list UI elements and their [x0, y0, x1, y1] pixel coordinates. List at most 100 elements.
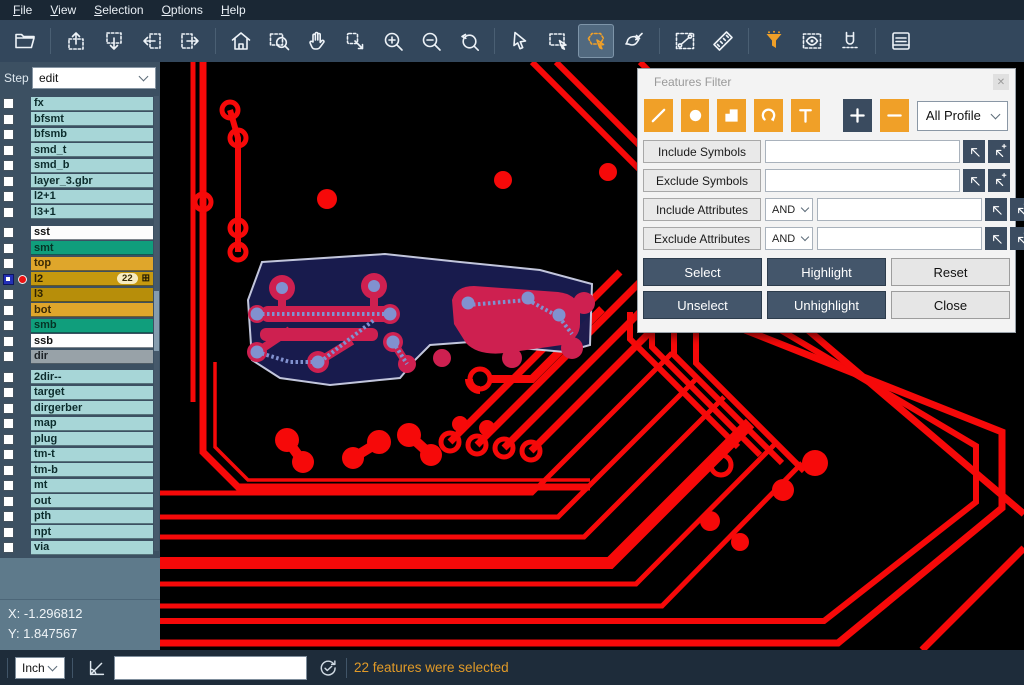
layer-name-bar[interactable]: pth: [31, 510, 153, 524]
layer-row-smt[interactable]: smt: [0, 241, 153, 257]
layer-active-indicator[interactable]: [14, 334, 31, 349]
layer-checkbox[interactable]: [3, 387, 14, 398]
layer-name-bar[interactable]: layer_3.gbr: [31, 174, 153, 188]
include-attributes-button[interactable]: Include Attributes: [643, 198, 761, 221]
layer-name-bar[interactable]: tm-t: [31, 448, 153, 462]
layer-name-bar[interactable]: ssb: [31, 334, 153, 348]
layer-row-dir[interactable]: dir: [0, 349, 153, 365]
layer-name-bar[interactable]: sst: [31, 226, 153, 240]
layer-checkbox[interactable]: [3, 145, 14, 156]
tool-plus-button[interactable]: [843, 99, 873, 132]
layer-active-indicator[interactable]: [14, 447, 31, 462]
layer-active-indicator[interactable]: [14, 494, 31, 509]
tool-text-button[interactable]: [791, 99, 820, 132]
layer-checkbox[interactable]: [3, 243, 14, 254]
pick-add-button[interactable]: [1010, 198, 1024, 221]
select-rect-button[interactable]: [540, 24, 576, 58]
include-symbols-input[interactable]: [765, 140, 960, 163]
layer-row-sst[interactable]: sst: [0, 225, 153, 241]
pick-from-canvas-button[interactable]: [985, 227, 1007, 250]
pan-right-button[interactable]: [172, 24, 208, 58]
layer-name-bar[interactable]: plug: [31, 432, 153, 446]
tool-arc-button[interactable]: [754, 99, 783, 132]
highlight-button[interactable]: Highlight: [767, 258, 886, 286]
layer-name-bar[interactable]: 2dir--: [31, 370, 153, 384]
layer-row-npt[interactable]: npt: [0, 525, 153, 541]
reset-button[interactable]: Reset: [891, 258, 1010, 286]
layer-checkbox[interactable]: [3, 160, 14, 171]
layer-checkbox[interactable]: [3, 372, 14, 383]
layer-name-bar[interactable]: bfsmb: [31, 128, 153, 142]
zoom-in-button[interactable]: [375, 24, 411, 58]
layer-active-indicator[interactable]: [14, 189, 31, 204]
layer-active-indicator[interactable]: [14, 478, 31, 493]
layer-active-indicator[interactable]: [14, 318, 31, 333]
layer-row-out[interactable]: out: [0, 494, 153, 510]
layer-active-indicator[interactable]: [14, 463, 31, 478]
layer-row-2dir--[interactable]: 2dir--: [0, 370, 153, 386]
layer-active-indicator[interactable]: [14, 349, 31, 364]
layer-row-top[interactable]: top: [0, 256, 153, 272]
layer-scrollbar-thumb[interactable]: [154, 291, 159, 351]
unhighlight-button[interactable]: Unhighlight: [767, 291, 886, 319]
layer-active-indicator[interactable]: [14, 416, 31, 431]
exclude-symbols-button[interactable]: Exclude Symbols: [643, 169, 761, 192]
menu-file[interactable]: File: [4, 0, 41, 20]
layer-row-bfsmb[interactable]: bfsmb: [0, 127, 153, 143]
exclude-attributes-button[interactable]: Exclude Attributes: [643, 227, 761, 250]
layer-name-bar[interactable]: map: [31, 417, 153, 431]
layer-active-indicator[interactable]: [14, 272, 31, 287]
layer-name-bar[interactable]: bot: [31, 303, 153, 317]
layer-row-l2[interactable]: l222⊞: [0, 272, 153, 288]
layer-checkbox[interactable]: [3, 480, 14, 491]
layer-row-layer_3.gbr[interactable]: layer_3.gbr: [0, 174, 153, 190]
layer-row-mt[interactable]: mt: [0, 478, 153, 494]
menu-selection[interactable]: Selection: [85, 0, 152, 20]
notes-panel-button[interactable]: [883, 24, 919, 58]
layer-name-bar[interactable]: l222⊞: [31, 272, 153, 286]
layer-name-bar[interactable]: dir: [31, 350, 153, 364]
layer-name-bar[interactable]: smb: [31, 319, 153, 333]
menu-view[interactable]: View: [41, 0, 85, 20]
menu-help[interactable]: Help: [212, 0, 255, 20]
zoom-previous-button[interactable]: [451, 24, 487, 58]
include-attributes-input[interactable]: [817, 198, 982, 221]
layer-active-indicator[interactable]: [14, 241, 31, 256]
layer-name-bar[interactable]: smd_t: [31, 143, 153, 157]
tool-pad-button[interactable]: [681, 99, 710, 132]
pick-add-button[interactable]: [1010, 227, 1024, 250]
layer-name-bar[interactable]: smt: [31, 241, 153, 255]
layer-active-indicator[interactable]: [14, 303, 31, 318]
refresh-check-icon[interactable]: [317, 657, 339, 679]
layer-active-indicator[interactable]: [14, 525, 31, 540]
layer-checkbox[interactable]: [3, 129, 14, 140]
menu-options[interactable]: Options: [153, 0, 212, 20]
angle-measure-icon[interactable]: [86, 657, 108, 679]
layer-active-indicator[interactable]: [14, 432, 31, 447]
step-select[interactable]: edit: [32, 67, 156, 89]
layer-active-indicator[interactable]: [14, 370, 31, 385]
layer-row-fx[interactable]: fx: [0, 96, 153, 112]
layer-row-smd_b[interactable]: smd_b: [0, 158, 153, 174]
pan-up-button[interactable]: [58, 24, 94, 58]
layer-checkbox[interactable]: [3, 542, 14, 553]
layer-active-indicator[interactable]: [14, 540, 31, 555]
layer-row-pth[interactable]: pth: [0, 509, 153, 525]
and-or-select[interactable]: AND: [765, 227, 813, 250]
layer-row-tm-t[interactable]: tm-t: [0, 447, 153, 463]
layer-checkbox[interactable]: [3, 336, 14, 347]
include-symbols-button[interactable]: Include Symbols: [643, 140, 761, 163]
layer-active-indicator[interactable]: [14, 287, 31, 302]
layer-name-bar[interactable]: l2+1: [31, 190, 153, 204]
layer-row-l2+1[interactable]: l2+1: [0, 189, 153, 205]
command-input[interactable]: [114, 656, 307, 680]
tool-line-button[interactable]: [644, 99, 673, 132]
layer-row-plug[interactable]: plug: [0, 432, 153, 448]
layer-active-indicator[interactable]: [14, 385, 31, 400]
select-cursor-button[interactable]: [502, 24, 538, 58]
layer-checkbox[interactable]: [3, 114, 14, 125]
layer-row-dirgerber[interactable]: dirgerber: [0, 401, 153, 417]
layer-name-bar[interactable]: npt: [31, 525, 153, 539]
pick-from-canvas-button[interactable]: [985, 198, 1007, 221]
layer-active-indicator[interactable]: [14, 205, 31, 220]
